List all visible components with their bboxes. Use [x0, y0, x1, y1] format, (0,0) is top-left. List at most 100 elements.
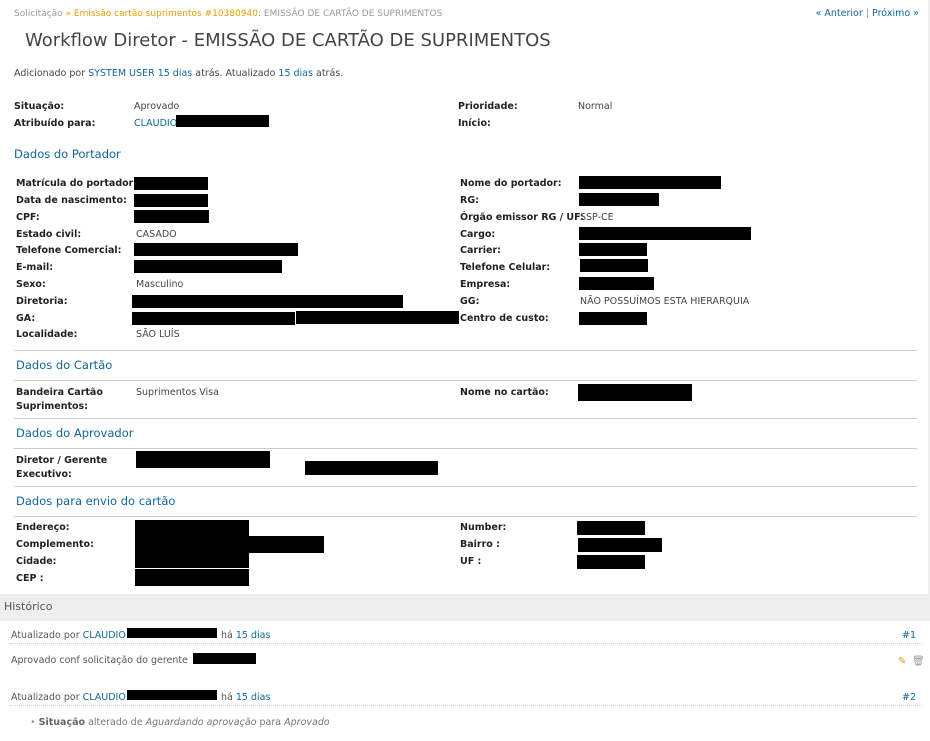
history-header: Histórico: [0, 594, 930, 621]
status-value: Aprovado: [134, 101, 180, 112]
redaction: [127, 628, 217, 638]
field-label: Estado civil:: [16, 229, 82, 240]
pager-separator: |: [865, 8, 870, 19]
field-label: CPF:: [16, 212, 40, 223]
added-mid: atrás. Atualizado: [195, 68, 276, 79]
divider: [14, 486, 917, 487]
field-label: RG:: [460, 195, 479, 206]
field-label: GG:: [460, 296, 480, 307]
bandeira-label-line1: Bandeira Cartão: [16, 387, 103, 398]
field-label: E-mail:: [16, 262, 54, 273]
field-value: CASADO: [136, 229, 177, 240]
field-label: Endereço:: [16, 522, 70, 533]
start-label: Início:: [458, 118, 491, 129]
journal-number-link[interactable]: #1: [902, 630, 916, 641]
section-aprovador-title: Dados do Aprovador: [16, 426, 134, 440]
redaction: [135, 520, 249, 536]
field-label: Telefone Celular:: [460, 262, 551, 273]
updated-time-link[interactable]: 15 dias: [278, 68, 313, 79]
divider: [14, 380, 917, 381]
journal-header: Atualizado por CLAUDIO: [11, 692, 126, 703]
journal-author-link[interactable]: CLAUDIO: [83, 630, 126, 641]
field-value: SÃO LUÍS: [136, 329, 180, 340]
field-label: Centro de custo:: [460, 313, 549, 324]
history-title: Histórico: [4, 600, 53, 613]
prev-link[interactable]: « Anterior: [816, 8, 863, 19]
created-time-link[interactable]: 15 dias: [158, 68, 193, 79]
redaction: [193, 653, 256, 664]
bullet-icon: •: [30, 717, 36, 728]
field-label: Localidade:: [16, 329, 78, 340]
aprovador-label-line1: Diretor / Gerente: [16, 455, 108, 466]
journal-divider: [10, 705, 922, 706]
redaction: [135, 536, 324, 553]
section-envio-title: Dados para envio do cartão: [16, 494, 176, 508]
redaction: [134, 194, 208, 207]
pencil-icon[interactable]: ✎: [898, 656, 906, 667]
redaction: [136, 451, 270, 468]
next-link[interactable]: Próximo »: [872, 8, 919, 19]
added-prefix: Adicionado por: [14, 68, 86, 79]
journal-prefix: Atualizado por: [11, 692, 80, 703]
field-label: Nome do portador:: [460, 178, 562, 189]
redaction: [134, 243, 298, 256]
section-portador-title: Dados do Portador: [14, 147, 121, 161]
breadcrumb-root[interactable]: Solicitação: [14, 9, 63, 19]
section-cartao-title: Dados do Cartão: [16, 358, 113, 372]
breadcrumb-separator: »: [62, 9, 74, 19]
journal-header: Atualizado por CLAUDIO: [11, 630, 126, 641]
redaction: [577, 555, 645, 569]
redaction: [134, 177, 208, 190]
assigned-user-link[interactable]: CLAUDIO: [134, 118, 177, 129]
field-label: Bairro :: [460, 539, 500, 550]
redaction: [577, 521, 645, 535]
redaction: [176, 115, 269, 127]
redaction: [578, 538, 662, 552]
journal-number-link[interactable]: #2: [902, 692, 916, 703]
detail-para: para: [259, 717, 282, 728]
priority-label: Prioridade:: [458, 101, 518, 112]
field-label: Telefone Comercial:: [16, 245, 122, 256]
detail-field: Situação: [38, 717, 86, 728]
breadcrumb: Solicitação » Emissão cartão suprimentos…: [14, 9, 442, 19]
journal-time: há 15 dias: [221, 630, 270, 641]
redaction: [580, 259, 648, 272]
divider: [14, 350, 917, 351]
field-label: Sexo:: [16, 279, 46, 290]
journal-time-link[interactable]: 15 dias: [236, 630, 271, 641]
redaction: [134, 210, 209, 223]
journal-author-link[interactable]: CLAUDIO: [83, 692, 126, 703]
redaction: [579, 277, 654, 290]
journal-detail: • Situação alterado de Aguardando aprova…: [30, 717, 330, 728]
redaction: [127, 690, 217, 700]
redaction: [135, 553, 249, 568]
breadcrumb-issue-link[interactable]: Emissão cartão suprimentos #10380940: [74, 9, 258, 19]
author-link[interactable]: SYSTEM USER: [88, 68, 154, 79]
field-label: Carrier:: [460, 245, 501, 256]
detail-mid: alterado de: [88, 717, 143, 728]
divider: [14, 418, 917, 419]
field-label: Data de nascimento:: [16, 195, 127, 206]
page-title: Workflow Diretor - EMISSÃO DE CARTÃO DE …: [25, 30, 551, 51]
redaction: [579, 193, 659, 206]
field-value: Masculino: [136, 279, 184, 290]
field-label: Matrícula do portador:: [16, 178, 138, 189]
field-label: Cidade:: [16, 556, 57, 567]
trash-icon[interactable]: 🗑: [912, 656, 925, 667]
journal-prefix: Atualizado por: [11, 630, 80, 641]
breadcrumb-issue-title: : EMISSÃO DE CARTÃO DE SUPRIMENTOS: [257, 9, 443, 19]
field-label: CEP :: [16, 573, 44, 584]
redaction: [578, 384, 692, 401]
pager: « Anterior | Próximo »: [816, 8, 919, 19]
divider: [14, 516, 917, 517]
field-value: SSP-CE: [580, 212, 614, 223]
journal-time-link[interactable]: 15 dias: [236, 692, 271, 703]
redaction: [132, 312, 295, 325]
added-suffix: atrás.: [316, 68, 344, 79]
field-label: Complemento:: [16, 539, 94, 550]
bandeira-value: Suprimentos Visa: [136, 387, 219, 398]
field-label: Cargo:: [460, 229, 496, 240]
redaction: [132, 295, 403, 308]
field-label: UF :: [460, 556, 482, 567]
redaction: [134, 260, 282, 273]
